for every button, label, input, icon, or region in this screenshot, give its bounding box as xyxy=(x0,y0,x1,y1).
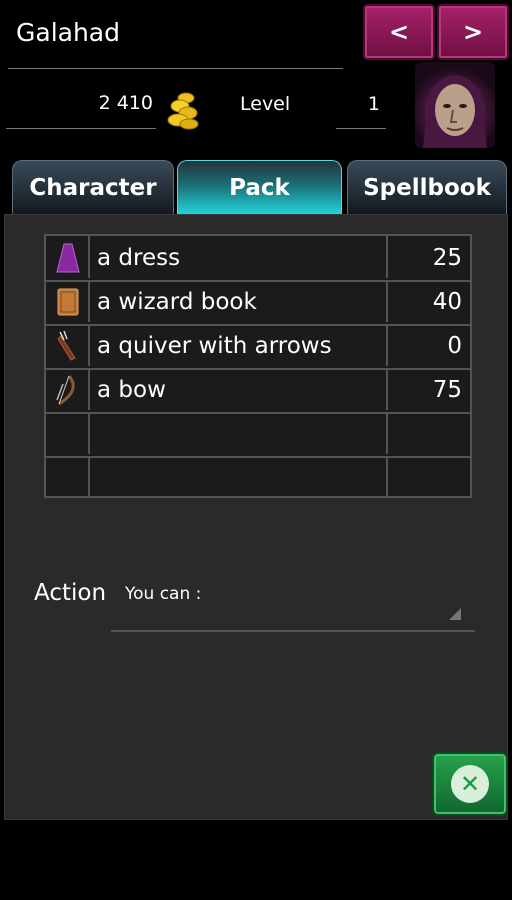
tab-spellbook[interactable]: Spellbook xyxy=(347,160,507,215)
item-icon-cell xyxy=(46,280,90,322)
gold-amount: 2 410 xyxy=(98,92,153,114)
dropdown-arrow-icon xyxy=(449,608,461,620)
character-portrait[interactable] xyxy=(415,62,495,148)
item-name: a wizard book xyxy=(92,280,388,322)
item-value: 25 xyxy=(432,245,462,271)
item-value xyxy=(390,412,470,454)
item-icon-cell xyxy=(46,412,90,454)
action-dropdown-value: You can : xyxy=(125,584,202,604)
next-character-button[interactable]: > xyxy=(437,4,509,60)
dress-icon xyxy=(56,243,80,273)
item-value: 0 xyxy=(447,333,462,359)
book-icon xyxy=(57,288,79,316)
inventory-table: a dress 25 a wizard book 40 a quiver wit… xyxy=(44,234,472,498)
inventory-row-empty[interactable] xyxy=(46,456,470,500)
inventory-row[interactable]: a bow 75 xyxy=(46,368,470,414)
character-name: Galahad xyxy=(16,18,120,47)
action-dropdown[interactable]: You can : xyxy=(111,578,475,632)
gold-underline xyxy=(6,128,156,129)
bow-icon xyxy=(56,375,75,406)
close-button[interactable]: ✕ xyxy=(432,752,508,816)
item-name xyxy=(92,456,388,498)
level-label: Level xyxy=(240,93,291,115)
item-name: a bow xyxy=(92,368,388,410)
level-underline xyxy=(336,128,386,129)
item-icon-cell xyxy=(46,368,90,410)
action-label: Action xyxy=(34,580,107,606)
quiver-icon xyxy=(57,330,76,361)
item-icon-cell xyxy=(46,236,90,278)
item-value: 40 xyxy=(432,289,462,315)
item-name xyxy=(92,412,388,454)
item-value xyxy=(390,456,470,498)
inventory-row-empty[interactable] xyxy=(46,412,470,458)
tab-pack[interactable]: Pack xyxy=(177,160,342,215)
item-icon-cell xyxy=(46,324,90,366)
tab-character[interactable]: Character xyxy=(12,160,174,215)
item-value: 75 xyxy=(432,377,462,403)
inventory-row[interactable]: a quiver with arrows 0 xyxy=(46,324,470,370)
item-icon-cell xyxy=(46,456,90,498)
item-name: a quiver with arrows xyxy=(92,324,388,366)
previous-character-button[interactable]: < xyxy=(363,4,435,60)
inventory-row[interactable]: a dress 25 xyxy=(46,236,470,282)
dropdown-underline xyxy=(111,630,475,632)
name-underline xyxy=(8,68,343,69)
level-value: 1 xyxy=(367,93,380,115)
gold-coins-icon xyxy=(166,90,200,130)
item-name: a dress xyxy=(92,236,388,278)
close-icon: ✕ xyxy=(451,765,489,803)
inventory-row[interactable]: a wizard book 40 xyxy=(46,280,470,326)
